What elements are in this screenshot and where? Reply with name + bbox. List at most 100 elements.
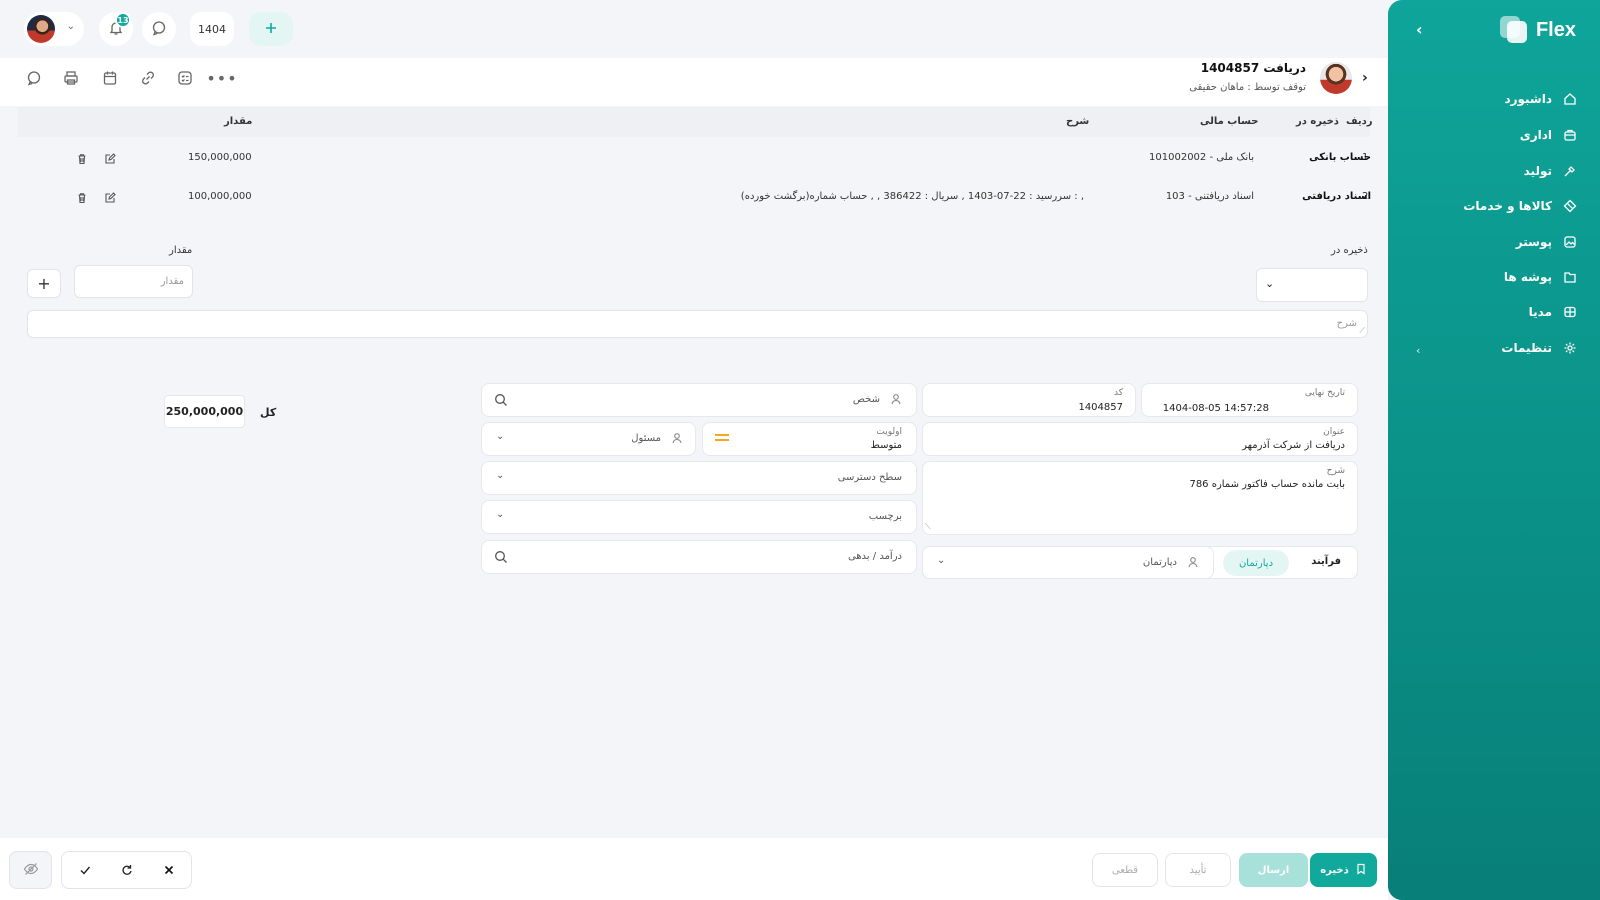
title-field[interactable]: عنوان دریافت از شرکت آذرمهر bbox=[922, 422, 1358, 456]
sidebar-collapse-button[interactable]: ‹ bbox=[1416, 20, 1423, 39]
chevron-down-icon: ⌄ bbox=[66, 21, 75, 32]
save-label: ذخیره bbox=[1320, 864, 1349, 876]
title-value: دریافت از شرکت آذرمهر bbox=[1242, 440, 1345, 451]
sidebar-item-media[interactable]: مدیا bbox=[1529, 304, 1578, 320]
income-debt-field[interactable]: درآمد / بدهی bbox=[481, 540, 917, 574]
tab-department[interactable]: دپارتمان bbox=[1223, 550, 1289, 576]
chat-icon[interactable] bbox=[24, 68, 44, 88]
row-account: 103 - اسناد دریافتنی bbox=[1165, 191, 1254, 202]
brand-logo[interactable]: Flex bbox=[1499, 16, 1576, 44]
row-save-in: حساب بانکی bbox=[1309, 152, 1371, 163]
priority-label: اولویت bbox=[876, 427, 902, 437]
media-icon bbox=[1562, 304, 1578, 320]
save-in-select[interactable]: ⌄ bbox=[1256, 268, 1368, 302]
column-header-row: ردیف bbox=[1346, 116, 1373, 127]
redo-icon[interactable] bbox=[120, 863, 134, 880]
edit-icon[interactable] bbox=[103, 152, 117, 166]
sidebar-item-production[interactable]: تولید bbox=[1524, 163, 1578, 179]
more-options-icon[interactable]: ••• bbox=[206, 68, 236, 88]
access-level-select[interactable]: سطح دسترسی ⌄ bbox=[481, 461, 917, 495]
chat-button[interactable] bbox=[142, 12, 176, 46]
send-button[interactable]: ارسال bbox=[1239, 853, 1308, 887]
trash-icon[interactable] bbox=[75, 191, 89, 205]
eye-off-icon bbox=[23, 861, 39, 880]
final-date-field[interactable]: تاریخ نهایی 1404-08-05 14:57:28 bbox=[1141, 383, 1358, 417]
chevron-down-icon: ⌄ bbox=[1265, 277, 1275, 290]
image-icon bbox=[1562, 234, 1578, 250]
hide-button[interactable] bbox=[9, 851, 52, 889]
trash-icon[interactable] bbox=[75, 152, 89, 166]
column-header-account: حساب مالی bbox=[1200, 116, 1259, 127]
print-icon[interactable] bbox=[61, 68, 81, 88]
check-icon[interactable] bbox=[78, 863, 92, 880]
amount-placeholder: مقدار bbox=[160, 276, 184, 287]
sidebar-item-label: تنظیمات bbox=[1501, 341, 1552, 355]
checklist-icon[interactable] bbox=[175, 68, 195, 88]
folder-icon bbox=[1562, 269, 1578, 285]
close-icon[interactable] bbox=[162, 863, 176, 880]
sidebar-item-label: مدیا bbox=[1528, 305, 1552, 319]
sidebar-item-dashboard[interactable]: داشبورد bbox=[1504, 91, 1578, 107]
avatar bbox=[27, 15, 55, 43]
sidebar-item-settings[interactable]: تنظیمات bbox=[1501, 340, 1578, 356]
title-label: عنوان bbox=[1323, 427, 1345, 437]
record-avatar bbox=[1320, 62, 1352, 94]
sidebar-item-office[interactable]: اداری bbox=[1520, 127, 1578, 143]
notification-badge: 13 bbox=[115, 12, 131, 28]
user-icon bbox=[671, 432, 683, 447]
department-placeholder: دپارتمان bbox=[1142, 557, 1177, 568]
save-button[interactable]: ذخیره bbox=[1310, 853, 1377, 887]
calendar-icon[interactable] bbox=[100, 68, 120, 88]
save-in-label: ذخیره در bbox=[1331, 245, 1368, 256]
person-placeholder: شخص bbox=[852, 394, 880, 405]
tag-placeholder: برچسب bbox=[868, 511, 902, 522]
tools-icon bbox=[1562, 163, 1578, 179]
chevron-down-icon: ⌄ bbox=[496, 470, 505, 481]
sidebar-item-products[interactable]: کالاها و خدمات bbox=[1463, 198, 1578, 214]
tag-select[interactable]: برچسب ⌄ bbox=[481, 500, 917, 534]
sidebar-item-label: کالاها و خدمات bbox=[1463, 199, 1552, 213]
responsible-placeholder: مسئول bbox=[631, 433, 661, 444]
amount-input[interactable]: مقدار bbox=[74, 265, 193, 298]
settings-expand-icon[interactable]: ‹ bbox=[1416, 344, 1420, 357]
row-amount: 150,000,000 bbox=[188, 152, 252, 163]
row-description: (برگشت خورده)سررسید : 22-07-1403 , سریال… bbox=[740, 191, 1084, 202]
edit-icon[interactable] bbox=[103, 191, 117, 205]
resize-handle-icon[interactable]: ⟍ bbox=[925, 522, 931, 532]
sidebar-item-label: تولید bbox=[1523, 164, 1552, 178]
department-select[interactable]: دپارتمان ⌄ bbox=[922, 546, 1214, 579]
amount-label: مقدار bbox=[169, 245, 193, 256]
code-value: 1404857 bbox=[1078, 402, 1123, 413]
responsible-select[interactable]: مسئول ⌄ bbox=[481, 422, 696, 456]
column-header-save-in: ذخیره در bbox=[1296, 116, 1339, 127]
add-button[interactable] bbox=[249, 12, 293, 46]
search-icon[interactable] bbox=[494, 393, 508, 410]
user-icon bbox=[1187, 556, 1199, 571]
gear-icon bbox=[1562, 340, 1578, 356]
priority-field[interactable]: اولویت متوسط bbox=[702, 422, 917, 456]
code-field[interactable]: کد 1404857 bbox=[922, 383, 1136, 417]
resize-handle-icon[interactable]: ⟋ bbox=[1359, 326, 1365, 336]
add-row-button[interactable]: + bbox=[27, 269, 61, 298]
description-label: شرح bbox=[1326, 466, 1345, 476]
chevron-down-icon: ⌄ bbox=[496, 509, 505, 520]
approve-button[interactable]: تأیید bbox=[1165, 853, 1231, 887]
sidebar-item-poster[interactable]: پوستر bbox=[1516, 234, 1578, 250]
sidebar: ‹ Flex داشبورد اداری تولید کالاها و خدما… bbox=[1388, 0, 1600, 900]
user-menu[interactable]: ⌄ bbox=[24, 12, 84, 46]
description-field[interactable]: شرح بابت مانده حساب فاکتور شماره 786 ⟍ bbox=[922, 461, 1358, 535]
income-placeholder: درآمد / بدهی bbox=[847, 551, 902, 562]
final-button[interactable]: قطعی bbox=[1092, 853, 1158, 887]
action-button-group bbox=[61, 851, 192, 889]
description-input[interactable]: شرح ⟋ bbox=[27, 310, 1368, 338]
sidebar-item-folders[interactable]: پوشه ها bbox=[1504, 269, 1578, 285]
link-icon[interactable] bbox=[138, 68, 158, 88]
page-subtitle: توقف توسط : ماهان حقیقی bbox=[1189, 82, 1306, 93]
box-icon bbox=[1562, 198, 1578, 214]
sidebar-item-label: پوستر bbox=[1515, 235, 1552, 249]
year-selector[interactable]: 1404 bbox=[190, 12, 234, 46]
person-field[interactable]: شخص bbox=[481, 383, 917, 417]
search-icon[interactable] bbox=[494, 550, 508, 567]
back-arrow-icon[interactable]: › bbox=[1362, 70, 1368, 86]
priority-medium-icon bbox=[715, 434, 729, 436]
